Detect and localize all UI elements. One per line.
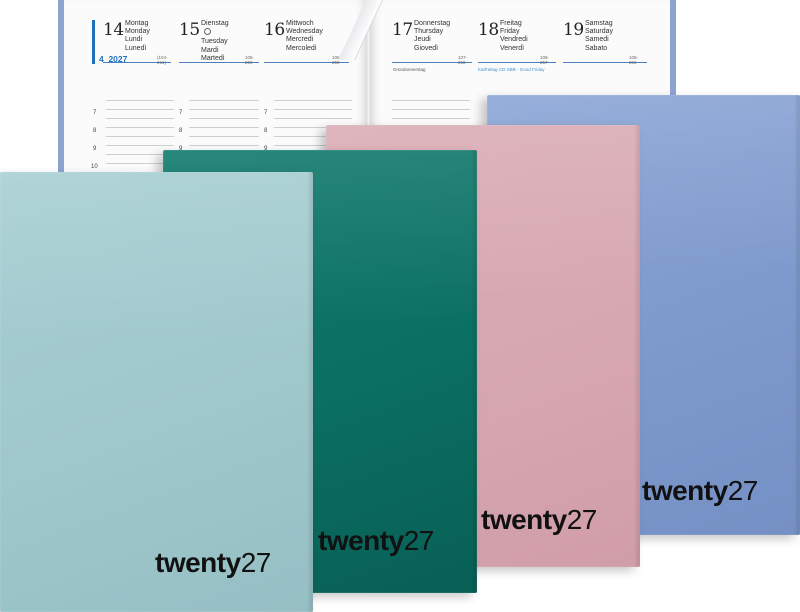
planner-line <box>189 145 259 146</box>
planner-line <box>106 145 174 146</box>
day-number: 18 <box>478 20 499 40</box>
planner-line <box>274 100 352 101</box>
planner-line <box>189 127 259 128</box>
planner-line <box>189 136 259 137</box>
day-number: 14 <box>103 20 124 40</box>
planner-line <box>392 118 470 119</box>
day-number: 19 <box>563 20 584 40</box>
planner-line <box>274 109 352 110</box>
moon-phase-icon <box>204 28 211 36</box>
planner-line <box>106 118 174 119</box>
day-names: Montag Monday Lundi Lunedì <box>125 20 150 52</box>
week-marker-bar <box>92 20 95 64</box>
planner-line <box>274 118 352 119</box>
hour-label: 8 <box>93 128 97 134</box>
planner-line <box>106 109 174 110</box>
day-number: 17 <box>392 20 413 40</box>
hour-label: 7 <box>264 110 268 116</box>
holiday-note-friday: Karfreitag CD·SBB · Good Friday <box>478 67 545 72</box>
day-names: Mittwoch Wednesday Mercredi Mercoledì <box>286 20 323 52</box>
hour-label: 7 <box>179 110 183 116</box>
day-code: 109-256 <box>629 55 639 65</box>
planner-line <box>106 136 174 137</box>
day-names: Dienstag Tuesday Mardi Martedì <box>201 20 229 62</box>
day-names: Freitag Friday Vendredi Venerdì <box>500 20 528 52</box>
planner-line <box>392 100 470 101</box>
planner-line <box>392 109 470 110</box>
hour-label: 8 <box>179 128 183 134</box>
day-code: 105-260 <box>245 55 255 65</box>
planner-line <box>189 109 259 110</box>
day-names: Samstag Saturday Samedi Sabato <box>585 20 614 52</box>
day-code: 108-257 <box>540 55 550 65</box>
day-code: 107-258 <box>458 55 468 65</box>
hour-label: 10 <box>91 164 98 170</box>
brand-logo: twenty27 <box>155 547 271 578</box>
brand-logo: twenty27 <box>481 504 597 535</box>
day-names: Donnerstag Thursday Jeudi Giovedì <box>414 20 451 52</box>
planner-cover-mint: twenty27 <box>0 172 313 612</box>
brand-logo: twenty27 <box>642 475 758 506</box>
planner-line <box>106 127 174 128</box>
planner-line <box>189 100 259 101</box>
brand-logo: twenty27 <box>318 525 434 556</box>
planner-line <box>106 100 174 101</box>
holiday-note-thursday: Gründonnerstag <box>393 67 426 72</box>
hour-label: 7 <box>93 110 97 116</box>
hour-label: 9 <box>93 146 97 152</box>
planner-line <box>189 118 259 119</box>
hour-label: 8 <box>264 128 268 134</box>
day-number: 15 <box>179 20 200 40</box>
day-number: 16 <box>264 20 285 40</box>
day-code: (104-261) <box>157 55 168 65</box>
